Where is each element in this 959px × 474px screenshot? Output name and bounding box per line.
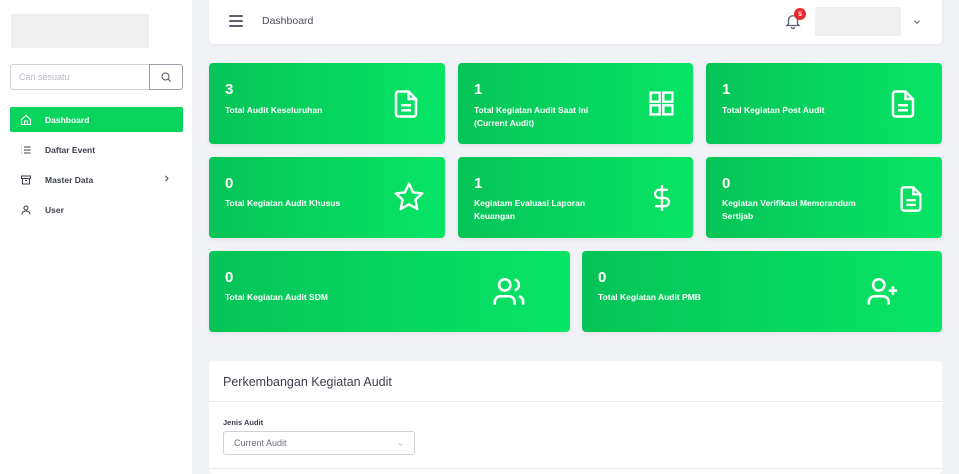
dollar-icon: [653, 185, 671, 211]
stat-value: 3: [225, 81, 234, 98]
stat-label: Kegiatam Evaluasi Laporan Keuangan: [474, 198, 586, 221]
sidebar-item-label: Daftar Event: [45, 144, 96, 155]
stat-label: Total Audit Keseluruhan: [225, 105, 323, 115]
chevron-down-icon[interactable]: [912, 17, 922, 27]
top-header: Dashboard 5: [209, 0, 942, 44]
sidebar-search: [10, 64, 183, 90]
stat-value: 0: [225, 175, 234, 192]
logo-placeholder: [11, 14, 149, 48]
stat-label: Total Kegiatan Post Audit: [722, 105, 825, 115]
stat-label: Total Kegiatan Audit Khusus: [225, 198, 341, 208]
stat-value: 1: [474, 175, 483, 192]
stat-card-post-audit[interactable]: 1 Total Kegiatan Post Audit: [706, 63, 942, 144]
search-icon: [161, 72, 171, 82]
audit-progress-panel: Perkembangan Kegiatan Audit Jenis Audit …: [209, 361, 942, 474]
users-icon: [493, 277, 525, 305]
user-icon: [19, 203, 33, 217]
menu-toggle-button[interactable]: [229, 15, 243, 27]
jenis-audit-label: Jenis Audit: [223, 418, 264, 427]
document-icon: [891, 90, 915, 118]
stat-label: Kegiatan Verifikasi Memorandum Sertijab: [722, 198, 856, 221]
user-plus-icon: [867, 277, 898, 305]
stat-card-total-audit[interactable]: 3 Total Audit Keseluruhan: [209, 63, 445, 144]
sidebar-item-label: Dashboard: [45, 114, 90, 125]
sidebar-item-daftar-event[interactable]: Daftar Event: [10, 137, 183, 162]
search-input[interactable]: [10, 64, 150, 90]
divider: [209, 468, 942, 469]
sidebar-item-dashboard[interactable]: Dashboard: [10, 107, 183, 132]
stat-value: 1: [722, 81, 731, 98]
divider: [209, 401, 942, 402]
stat-label: Total Kegiatan Audit SDM: [225, 292, 328, 302]
stat-value: 0: [722, 175, 731, 192]
sidebar-item-master-data[interactable]: Master Data: [10, 167, 183, 192]
select-value: Current Audit: [234, 438, 287, 448]
stat-value: 1: [474, 81, 483, 98]
chevron-down-icon: [398, 443, 403, 446]
chevron-right-icon: [165, 175, 169, 182]
stat-value: 0: [225, 269, 234, 286]
user-profile-placeholder[interactable]: [815, 7, 901, 36]
sidebar-item-label: Master Data: [45, 174, 94, 185]
panel-title: Perkembangan Kegiatan Audit: [223, 375, 392, 389]
search-button[interactable]: [149, 64, 183, 90]
stat-card-audit-khusus[interactable]: 0 Total Kegiatan Audit Khusus: [209, 157, 445, 238]
jenis-audit-select[interactable]: Current Audit: [223, 431, 415, 455]
stat-card-audit-sdm[interactable]: 0 Total Kegiatan Audit SDM: [209, 251, 570, 332]
document-icon: [394, 90, 418, 118]
hamburger-icon: [229, 15, 243, 17]
page-title: Dashboard: [262, 15, 314, 27]
sidebar: Dashboard Daftar Event Master Data User: [0, 0, 192, 474]
stat-label: Total Kegiatan Audit PMB: [598, 292, 701, 302]
stat-value: 0: [598, 269, 607, 286]
sidebar-item-user[interactable]: User: [10, 197, 183, 222]
sidebar-item-label: User: [45, 204, 64, 215]
star-icon: [394, 182, 424, 211]
stat-card-evaluasi-keuangan[interactable]: 1 Kegiatam Evaluasi Laporan Keuangan: [458, 157, 693, 238]
document-icon: [900, 186, 922, 212]
notification-badge: 5: [794, 8, 806, 20]
archive-icon: [19, 173, 33, 187]
list-icon: [19, 143, 33, 157]
grid-icon: [649, 91, 674, 116]
stat-card-audit-pmb[interactable]: 0 Total Kegiatan Audit PMB: [582, 251, 942, 332]
sidebar-nav: Dashboard Daftar Event Master Data User: [10, 107, 183, 227]
stat-label: Total Kegiatan Audit Saat Ini (Current A…: [474, 105, 589, 128]
stat-card-verifikasi-memorandum[interactable]: 0 Kegiatan Verifikasi Memorandum Sertija…: [706, 157, 942, 238]
stat-card-current-audit[interactable]: 1 Total Kegiatan Audit Saat Ini (Current…: [458, 63, 693, 144]
home-icon: [19, 113, 33, 127]
